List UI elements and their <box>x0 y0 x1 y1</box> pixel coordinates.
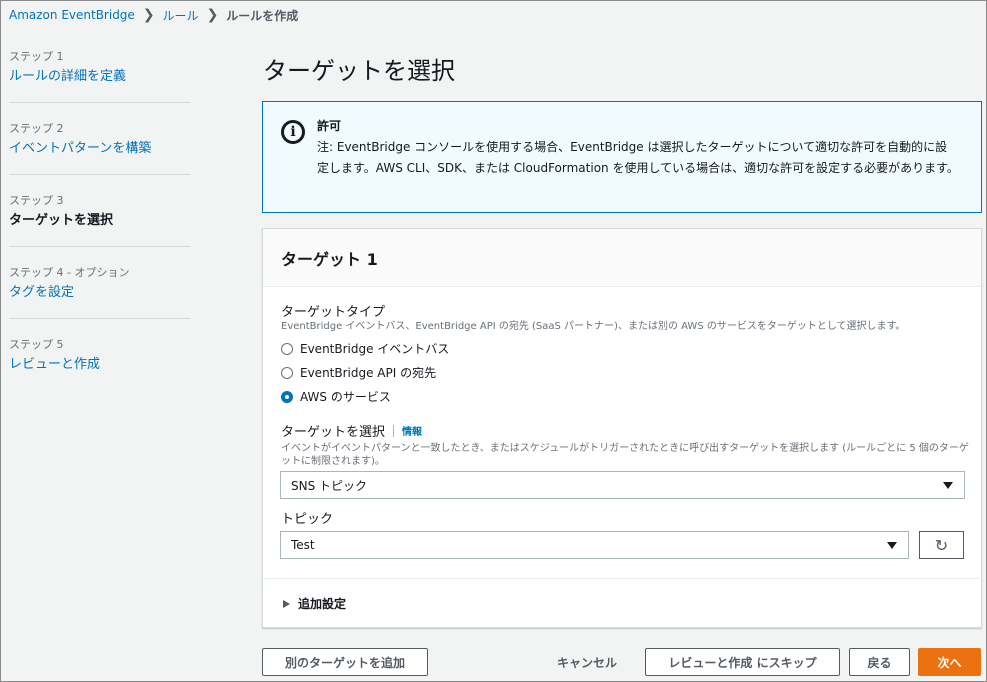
breadcrumb-eventbridge[interactable]: Amazon EventBridge <box>9 8 135 22</box>
add-target-button[interactable]: 別のターゲットを追加 <box>262 648 428 676</box>
step-3: ステップ 3 ターゲットを選択 <box>9 191 190 247</box>
radio-button[interactable] <box>281 366 293 379</box>
radio-api-destination[interactable]: EventBridge API の宛先 <box>281 364 971 381</box>
cancel-button[interactable]: キャンセル <box>546 648 628 676</box>
additional-settings-toggle[interactable]: 追加設定 <box>283 595 346 612</box>
caret-down-icon <box>943 482 953 489</box>
step-2: ステップ 2 イベントパターンを構築 <box>9 119 190 175</box>
step-number: ステップ 4 - オプション <box>9 266 130 279</box>
step-link-tags[interactable]: タグを設定 <box>9 284 190 302</box>
select-target-group: ターゲットを選択 情報 イベントがイベントパターンと一致したとき、またはスケジュ… <box>281 421 971 468</box>
target-type-description: EventBridge イベントバス、EventBridge API の宛先 (… <box>281 321 906 332</box>
page-title: ターゲットを選択 <box>263 57 455 85</box>
caret-right-icon <box>283 599 290 608</box>
breadcrumb: Amazon EventBridge ❯ ルール ❯ ルールを作成 <box>9 6 298 24</box>
back-button[interactable]: 戻る <box>849 648 910 676</box>
radio-button[interactable] <box>281 342 293 355</box>
step-1: ステップ 1 ルールの詳細を定義 <box>9 47 190 103</box>
chevron-right-icon: ❯ <box>142 7 155 23</box>
info-icon: i <box>281 120 305 144</box>
wizard-steps: ステップ 1 ルールの詳細を定義 ステップ 2 イベントパターンを構築 ステップ… <box>9 47 190 406</box>
step-number: ステップ 1 <box>9 50 64 63</box>
panel-title: ターゲット 1 <box>263 229 981 287</box>
radio-label: EventBridge イベントバス <box>300 342 450 356</box>
additional-settings-label: 追加設定 <box>298 597 347 611</box>
caret-down-icon <box>887 542 897 549</box>
target-panel: ターゲット 1 ターゲットタイプ EventBridge イベントバス、Even… <box>262 228 982 628</box>
step-current-select-target: ターゲットを選択 <box>9 213 114 228</box>
radio-button-selected[interactable] <box>281 390 293 403</box>
select-value: SNS トピック <box>291 478 368 493</box>
info-link[interactable]: 情報 <box>402 423 422 438</box>
alert-body: 注: EventBridge コンソールを使用する場合、EventBridge … <box>317 140 959 175</box>
topic-label: トピック <box>281 512 334 527</box>
select-target-description: イベントがイベントパターンと一致したとき、またはスケジュールがトリガーされたとき… <box>281 443 969 467</box>
step-number: ステップ 5 <box>9 338 64 351</box>
refresh-icon: ↻ <box>934 535 949 555</box>
divider <box>393 424 395 437</box>
chevron-right-icon: ❯ <box>206 7 219 23</box>
step-link-build-pattern[interactable]: イベントパターンを構築 <box>9 140 190 158</box>
radio-label: EventBridge API の宛先 <box>300 366 437 380</box>
target-type-label: ターゲットタイプ <box>281 305 386 320</box>
step-link-define-rule[interactable]: ルールの詳細を定義 <box>9 68 190 86</box>
skip-to-review-button[interactable]: レビューと作成 にスキップ <box>645 648 840 676</box>
step-number: ステップ 3 <box>9 194 64 207</box>
next-button[interactable]: 次へ <box>918 648 981 676</box>
breadcrumb-rules[interactable]: ルール <box>163 7 199 24</box>
select-value: Test <box>291 538 315 552</box>
alert-title: 許可 <box>317 119 342 133</box>
radio-aws-service[interactable]: AWS のサービス <box>281 388 971 405</box>
target-type-group: ターゲットタイプ EventBridge イベントバス、EventBridge … <box>281 301 971 405</box>
breadcrumb-current: ルールを作成 <box>226 8 299 23</box>
step-5: ステップ 5 レビューと作成 <box>9 335 190 390</box>
permissions-alert: i 許可 注: EventBridge コンソールを使用する場合、EventBr… <box>262 101 982 213</box>
target-service-select[interactable]: SNS トピック <box>280 471 965 499</box>
radio-eventbridge-bus[interactable]: EventBridge イベントバス <box>281 340 971 357</box>
step-link-review[interactable]: レビューと作成 <box>9 356 190 374</box>
section-divider <box>264 578 980 579</box>
radio-label: AWS のサービス <box>300 390 391 404</box>
select-target-label: ターゲットを選択 <box>281 425 386 440</box>
topic-select[interactable]: Test <box>280 531 909 559</box>
step-number: ステップ 2 <box>9 122 64 135</box>
refresh-button[interactable]: ↻ <box>919 531 964 559</box>
step-4: ステップ 4 - オプション タグを設定 <box>9 263 190 319</box>
